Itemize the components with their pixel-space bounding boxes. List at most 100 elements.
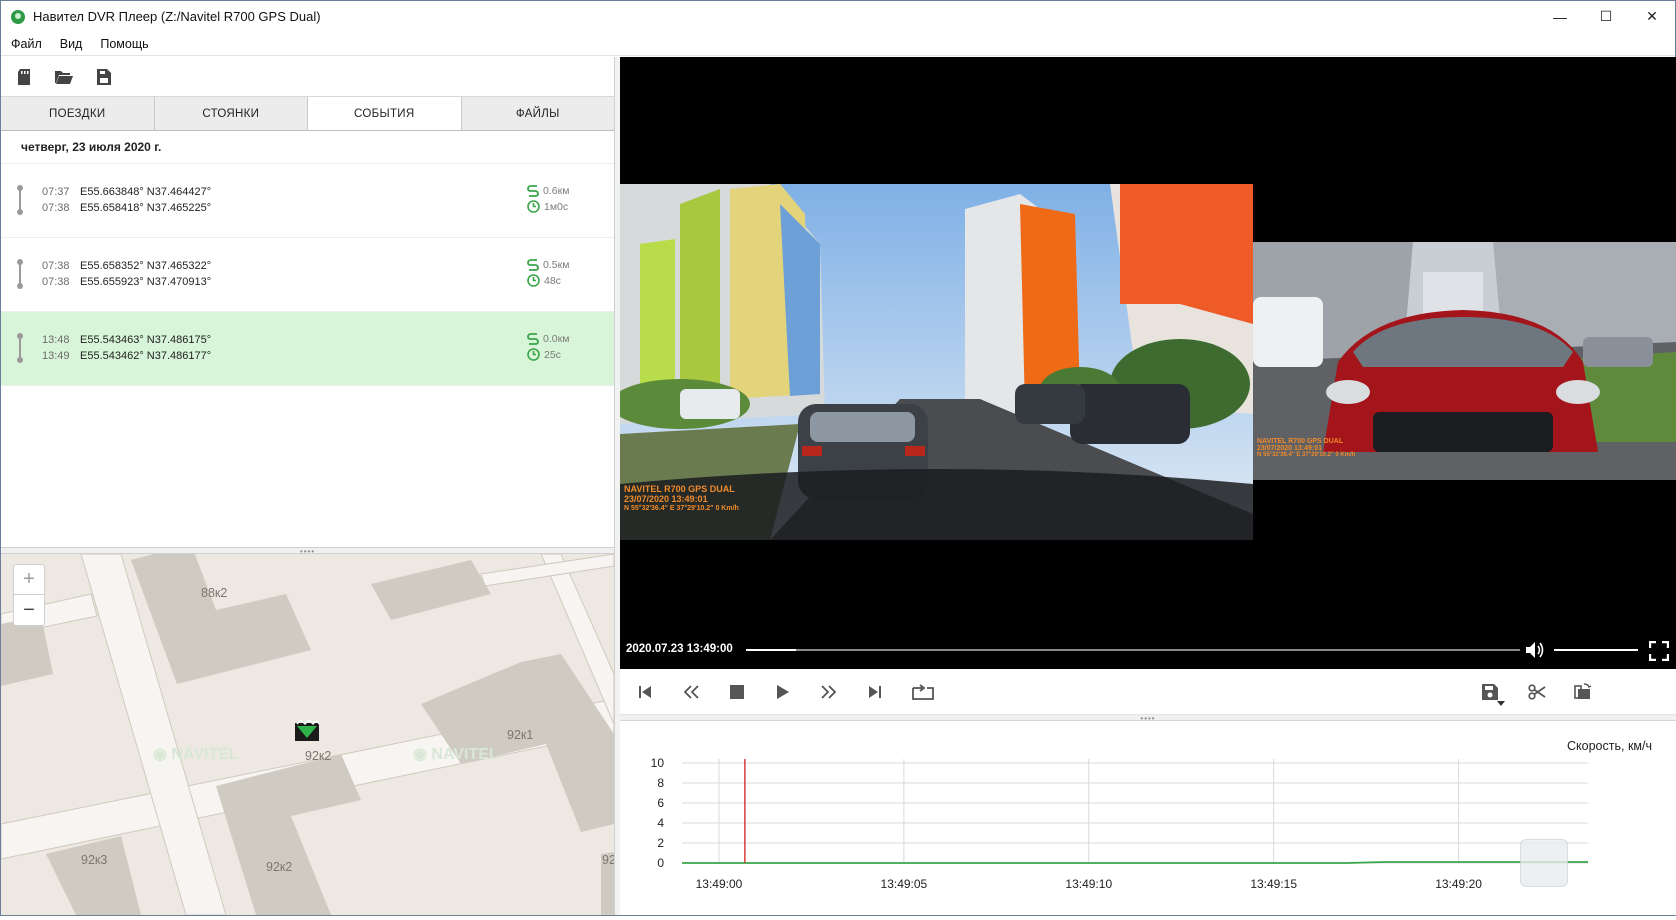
left-panel: ПОЕЗДКИ СТОЯНКИ СОБЫТИЯ ФАЙЛЫ четверг, 2… (1, 57, 615, 915)
save-file-icon[interactable] (95, 68, 113, 86)
rotate-screen-icon[interactable] (1572, 681, 1594, 703)
skip-to-end-icon[interactable] (864, 681, 886, 703)
map-watermark-2: ◉ NAVITEL (413, 746, 499, 763)
trip-end-time: 07:38 (42, 202, 70, 214)
map-label: 92к2 (266, 860, 292, 874)
map-label: 92к3 (81, 853, 107, 867)
playback-controls (620, 669, 1676, 715)
trip-list-item[interactable]: 07:38 E55.658352° N37.465322° 07:38 E55.… (1, 238, 614, 312)
toolbar (1, 57, 614, 97)
front-camera-overlay: NAVITEL R700 GPS DUAL 23/07/2020 13:49:0… (624, 484, 739, 512)
y-tick-label: 2 (657, 836, 664, 850)
app-window: Навител DVR Плеер (Z:/Navitel R700 GPS D… (0, 0, 1676, 916)
play-icon[interactable] (772, 681, 794, 703)
navitel-app-icon (11, 9, 25, 24)
trip-duration: 48с (544, 274, 561, 287)
x-tick-label: 13:49:15 (1250, 877, 1297, 891)
window-title: Навител DVR Плеер (Z:/Navitel R700 GPS D… (33, 9, 321, 24)
close-button[interactable]: ✕ (1629, 1, 1675, 32)
trip-end-time: 07:38 (42, 276, 70, 288)
x-tick-label: 13:49:10 (1065, 877, 1112, 891)
vehicle-marker-icon (295, 718, 320, 741)
trip-end-coord: E55.655923° N37.470913° (80, 276, 212, 288)
maximize-button[interactable]: ☐ (1583, 1, 1629, 32)
trip-list-item[interactable]: 13:48 E55.543463° N37.486175° 13:49 E55.… (1, 312, 614, 386)
menu-view[interactable]: Вид (50, 37, 91, 51)
route-track-icon (17, 333, 23, 363)
volume-slider[interactable] (1554, 649, 1638, 651)
tab-events[interactable]: СОБЫТИЯ (308, 97, 462, 130)
trip-end-coord: E55.543462° N37.486177° (80, 350, 212, 362)
menu-bar: Файл Вид Помощь (1, 32, 1675, 56)
fullscreen-icon[interactable] (1648, 640, 1670, 666)
chart-title: Скорость, км/ч (1567, 739, 1652, 753)
trip-duration: 25с (544, 348, 561, 361)
skip-to-start-icon[interactable] (634, 681, 656, 703)
trip-distance: 0.5км (543, 259, 570, 271)
open-folder-icon[interactable] (55, 68, 73, 86)
trip-start-time: 07:38 (42, 260, 70, 272)
cut-scissors-icon[interactable] (1526, 681, 1548, 703)
tab-bar: ПОЕЗДКИ СТОЯНКИ СОБЫТИЯ ФАЙЛЫ (1, 97, 614, 131)
menu-file[interactable]: Файл (1, 37, 50, 51)
day-header: четверг, 23 июля 2020 г. (1, 131, 614, 164)
tab-parkings[interactable]: СТОЯНКИ (154, 97, 308, 130)
speed-series-line (682, 861, 1588, 864)
minimize-button[interactable]: — (1537, 1, 1583, 32)
map-view[interactable]: ◉ NAVITEL ◉ NAVITEL 88к2 92к2 92к1 92к3 … (1, 554, 614, 915)
save-options-dropdown-icon[interactable] (1496, 693, 1506, 715)
y-tick-label: 10 (651, 756, 665, 770)
stop-icon[interactable] (726, 681, 748, 703)
distance-route-icon (527, 259, 539, 271)
video-player[interactable]: NAVITEL R700 GPS DUAL 23/07/2020 13:49:0… (620, 57, 1676, 669)
distance-route-icon (527, 185, 539, 197)
map-zoom-control: + − (13, 564, 45, 626)
sd-card-icon[interactable] (15, 68, 33, 86)
y-tick-label: 6 (657, 796, 664, 810)
horizontal-splitter[interactable]: •••• (1, 547, 614, 556)
x-tick-label: 13:49:20 (1435, 877, 1482, 891)
x-tick-label: 13:49:05 (881, 877, 928, 891)
tab-files[interactable]: ФАЙЛЫ (461, 97, 614, 130)
y-tick-label: 8 (657, 776, 664, 790)
trip-start-coord: E55.543463° N37.486175° (80, 334, 212, 346)
y-tick-label: 0 (657, 856, 664, 870)
speed-chart: Скорость, км/ч 10 8 6 4 2 0 13:49:00 13:49:05 13… (620, 721, 1676, 915)
duration-clock-icon (527, 274, 540, 287)
map-watermark: ◉ NAVITEL (153, 746, 239, 763)
map-label: 88к2 (201, 586, 227, 600)
trip-distance: 0.0км (543, 333, 570, 345)
trip-distance: 0.6км (543, 185, 570, 197)
volume-icon[interactable] (1526, 641, 1546, 664)
rear-camera-overlay: NAVITEL R700 GPS DUAL 23/07/2020 13:49:0… (1257, 438, 1356, 458)
loop-icon[interactable] (910, 681, 936, 703)
front-camera-view: NAVITEL R700 GPS DUAL 23/07/2020 13:49:0… (620, 184, 1253, 540)
route-track-icon (17, 259, 23, 289)
corner-badge-icon (1520, 839, 1568, 887)
trip-start-time: 07:37 (42, 186, 70, 198)
trip-end-time: 13:49 (42, 350, 70, 362)
rear-camera-view: NAVITEL R700 GPS DUAL 23/07/2020 13:49:0… (1253, 242, 1676, 480)
zoom-in-button[interactable]: + (14, 565, 44, 595)
trip-end-coord: E55.658418° N37.465225° (80, 202, 212, 214)
trip-start-coord: E55.663848° N37.464427° (80, 186, 212, 198)
trip-start-coord: E55.658352° N37.465322° (80, 260, 212, 272)
tab-trips[interactable]: ПОЕЗДКИ (1, 97, 155, 130)
right-panel: NAVITEL R700 GPS DUAL 23/07/2020 13:49:0… (620, 57, 1676, 915)
map-label: 92 (602, 853, 614, 867)
fast-forward-icon[interactable] (818, 681, 840, 703)
rewind-icon[interactable] (680, 681, 702, 703)
duration-clock-icon (527, 348, 540, 361)
map-label: 92к1 (507, 728, 533, 742)
trip-start-time: 13:48 (42, 334, 70, 346)
menu-help[interactable]: Помощь (90, 37, 156, 51)
trip-list-item[interactable]: 07:37 E55.663848° N37.464427° 07:38 E55.… (1, 164, 614, 238)
seek-bar[interactable] (746, 649, 1520, 651)
map-label: 92к2 (305, 749, 331, 763)
zoom-out-button[interactable]: − (14, 595, 44, 625)
x-tick-label: 13:49:00 (696, 877, 743, 891)
video-timestamp: 2020.07.23 13:49:00 (626, 643, 733, 655)
speed-chart-plot: 10 8 6 4 2 0 13:49:00 13:49:05 13:49:10 13:49:15 1… (651, 756, 1588, 891)
distance-route-icon (527, 333, 539, 345)
trip-list: 07:37 E55.663848° N37.464427° 07:38 E55.… (1, 164, 614, 386)
